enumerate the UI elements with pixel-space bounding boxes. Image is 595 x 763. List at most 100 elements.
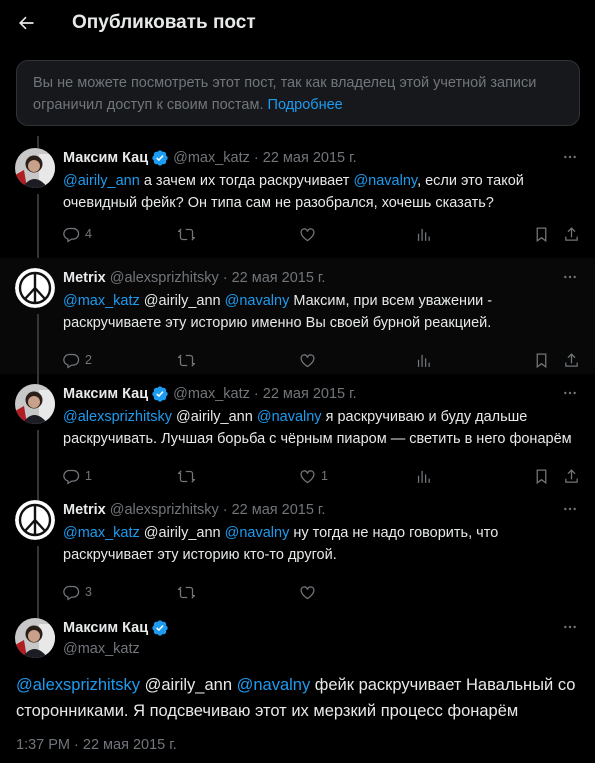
like-button[interactable]: 1 [299,468,328,485]
tweet-text: @max_katz @airily_ann @navalny ну тогда … [63,522,579,566]
author-handle[interactable]: @alexsprizhitsky [110,502,219,518]
author-name[interactable]: Максим Кац [63,150,148,166]
separator-dot: · [253,150,259,166]
thread-connector [37,136,39,148]
avatar[interactable] [15,148,55,188]
reply-button[interactable]: 1 [63,468,92,485]
author-handle[interactable]: @max_katz [173,150,250,166]
top-bar: Опубликовать пост [0,0,595,46]
mention-link[interactable]: @navalny [353,173,417,189]
restricted-post-notice: Вы не можете посмотреть этот пост, так к… [16,60,580,126]
like-icon [300,353,315,367]
mention-link[interactable]: @alexsprizhitsky [63,409,172,425]
author-name[interactable]: Максим Кац [63,386,148,402]
views-button[interactable] [415,226,437,243]
mention-link[interactable]: @max_katz [63,525,140,541]
mention-link[interactable]: @max_katz [63,293,140,309]
like-icon [300,227,315,241]
share-button[interactable] [563,352,580,369]
reply-icon [63,469,80,485]
bookmark-icon [536,352,547,368]
bookmark-button[interactable] [533,468,550,485]
reply-count: 3 [85,585,92,599]
retweet-button[interactable] [178,226,200,243]
reply-icon [63,585,80,601]
more-icon[interactable] [561,384,579,402]
tweet-actions: 1 1 [63,466,579,486]
bookmark-icon [536,468,547,484]
retweet-button[interactable] [178,352,200,369]
mention-link[interactable]: @airily_ann [63,173,140,189]
tweet-date[interactable]: 22 мая 2015 г. [232,502,326,518]
tweet-actions: 2 [63,350,579,370]
like-button[interactable] [299,226,321,243]
reply-count: 1 [85,469,92,483]
author-handle[interactable]: @max_katz [173,386,250,402]
thread-line [37,194,39,262]
like-count: 1 [321,469,328,483]
tweet-date[interactable]: 22 мая 2015 г. [232,270,326,286]
back-arrow-icon[interactable] [16,13,36,33]
tweet-actions: 4 [63,224,579,244]
share-button[interactable] [563,468,580,485]
retweet-button[interactable] [178,584,200,601]
retweet-button[interactable] [178,468,200,485]
reply-button[interactable]: 3 [63,584,92,601]
bookmark-button[interactable] [533,226,550,243]
text-segment: @airily_ann [139,525,225,541]
views-icon [417,470,430,483]
tweet-actions: 3 [63,582,579,602]
author-name[interactable]: Metrix [63,502,106,518]
mention-link[interactable]: @navalny [225,525,290,541]
avatar[interactable] [15,618,55,658]
reply-icon [63,353,80,369]
tweet-text: @max_katz @airily_ann @navalny Максим, п… [63,290,579,334]
bookmark-button[interactable] [533,352,550,369]
mention-link[interactable]: @alexsprizhitsky [16,676,140,694]
mention-link[interactable]: @navalny [237,676,311,694]
reply-tweet[interactable]: Metrix @alexsprizhitsky · 22 мая 2015 г.… [0,258,595,388]
like-button[interactable] [299,584,321,601]
like-button[interactable] [299,352,321,369]
author-name[interactable]: Metrix [63,270,106,286]
reply-tweet[interactable]: Максим Кац @max_katz · 22 мая 2015 г. @a… [0,374,595,504]
share-button[interactable] [563,226,580,243]
separator-dot: · [222,502,228,518]
share-icon [565,468,578,483]
page-title: Опубликовать пост [72,12,256,33]
more-icon[interactable] [561,268,579,286]
text-segment: @airily_ann [140,676,237,694]
reply-tweet[interactable]: Metrix @alexsprizhitsky · 22 мая 2015 г.… [0,490,595,620]
main-tweet-text: @alexsprizhitsky @airily_ann @navalny фе… [16,672,579,724]
author-handle[interactable]: @alexsprizhitsky [110,270,219,286]
bookmark-icon [536,226,547,242]
tweet-date[interactable]: 22 мая 2015 г. [263,150,357,166]
more-icon[interactable] [561,500,579,518]
tweet-date[interactable]: 22 мая 2015 г. [263,386,357,402]
main-tweet-timestamp[interactable]: 1:37 PM · 22 мая 2015 г. [16,737,177,753]
author-name[interactable]: Максим Кац [63,620,148,636]
author-handle[interactable]: @max_katz [63,641,140,657]
views-icon [417,228,430,241]
reply-button[interactable]: 4 [63,226,92,243]
tweet-text: @airily_ann а зачем их тогда раскручивае… [63,170,579,214]
retweet-icon [178,227,195,241]
reply-tweet[interactable]: Максим Кац @max_katz · 22 мая 2015 г. @a… [0,148,595,262]
more-icon[interactable] [561,148,579,166]
avatar[interactable] [15,268,55,308]
avatar[interactable] [15,500,55,540]
views-button[interactable] [415,468,437,485]
text-segment: @airily_ann [139,293,225,309]
reply-icon [63,227,80,243]
text-segment: а зачем их тогда раскручивает [139,173,354,189]
reply-button[interactable]: 2 [63,352,92,369]
retweet-icon [178,469,195,483]
views-button[interactable] [415,352,437,369]
mention-link[interactable]: @navalny [225,293,290,309]
text-segment: @airily_ann [172,409,257,425]
verified-badge-icon [151,149,169,167]
mention-link[interactable]: @navalny [257,409,322,425]
learn-more-link[interactable]: Подробнее [268,97,343,113]
avatar[interactable] [15,384,55,424]
more-icon[interactable] [561,618,579,636]
